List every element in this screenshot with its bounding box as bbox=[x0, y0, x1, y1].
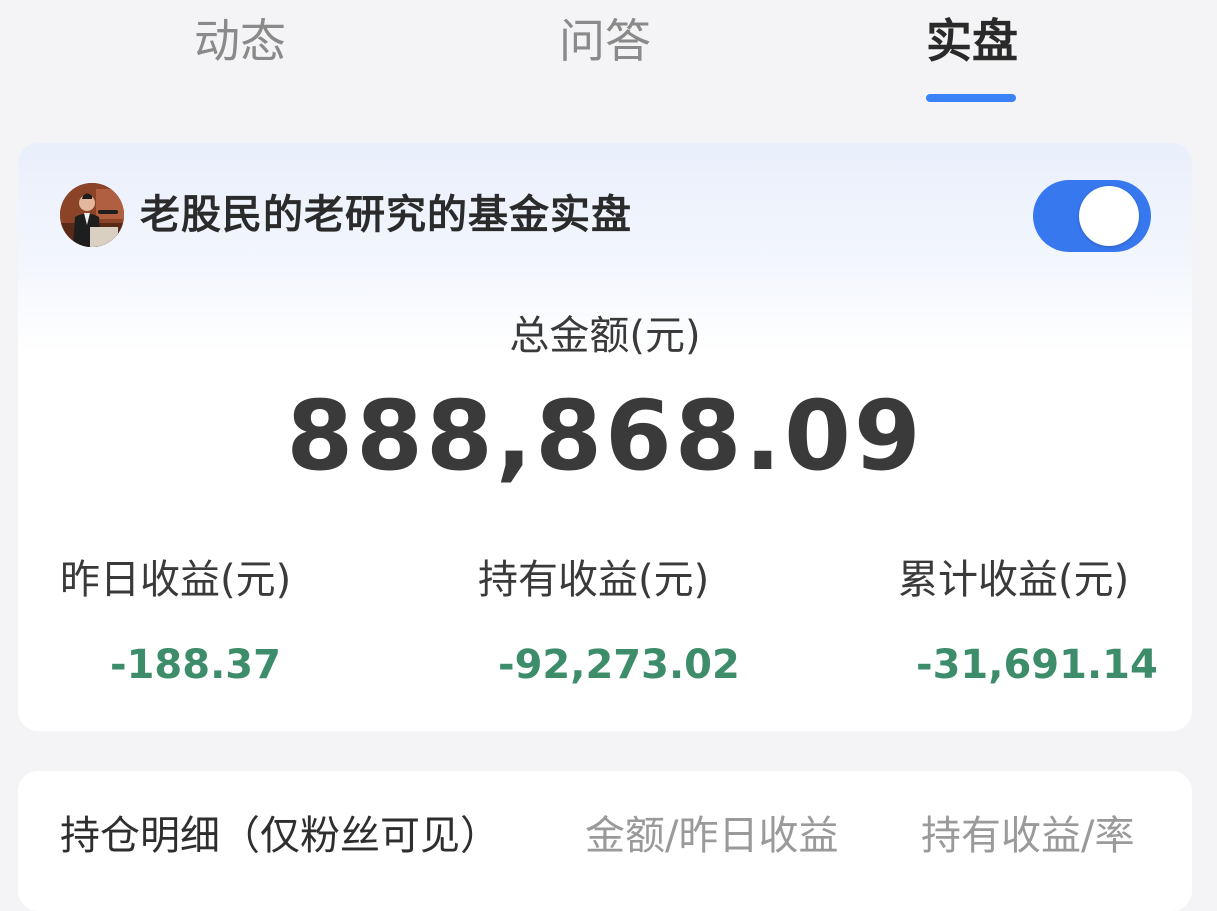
tab-bar: 动态 问答 实盘 bbox=[0, 0, 1217, 110]
holding-profit-label: 持有收益(元) bbox=[478, 557, 710, 603]
tab-qa[interactable]: 问答 bbox=[505, 12, 705, 70]
active-tab-indicator bbox=[926, 94, 1016, 102]
holdings-card: 持仓明细（仅粉丝可见） 金额/昨日收益 持有收益/率 bbox=[18, 771, 1192, 911]
user-avatar-icon bbox=[60, 183, 124, 247]
toggle-knob bbox=[1079, 186, 1139, 246]
tab-dynamics[interactable]: 动态 bbox=[140, 12, 340, 70]
yesterday-profit-label: 昨日收益(元) bbox=[60, 557, 292, 603]
portfolio-title: 老股民的老研究的基金实盘 bbox=[140, 192, 632, 238]
yesterday-profit-value: -188.37 bbox=[110, 642, 281, 688]
holdings-title: 持仓明细（仅粉丝可见） bbox=[60, 813, 500, 859]
cumulative-profit-value: -31,691.14 bbox=[916, 642, 1158, 688]
cumulative-profit-label: 累计收益(元) bbox=[898, 557, 1130, 603]
avatar[interactable] bbox=[60, 183, 124, 247]
column-header-holding-return[interactable]: 持有收益/率 bbox=[921, 811, 1134, 861]
column-header-amount[interactable]: 金额/昨日收益 bbox=[585, 811, 838, 861]
tab-real-portfolio[interactable]: 实盘 bbox=[872, 12, 1072, 70]
visibility-toggle[interactable] bbox=[1033, 180, 1151, 252]
holding-profit-value: -92,273.02 bbox=[498, 642, 740, 688]
portfolio-summary-card: 老股民的老研究的基金实盘 总金额(元) 888,868.09 昨日收益(元) -… bbox=[18, 143, 1192, 731]
total-amount-value: 888,868.09 bbox=[286, 380, 924, 492]
total-amount-label: 总金额(元) bbox=[509, 313, 701, 359]
